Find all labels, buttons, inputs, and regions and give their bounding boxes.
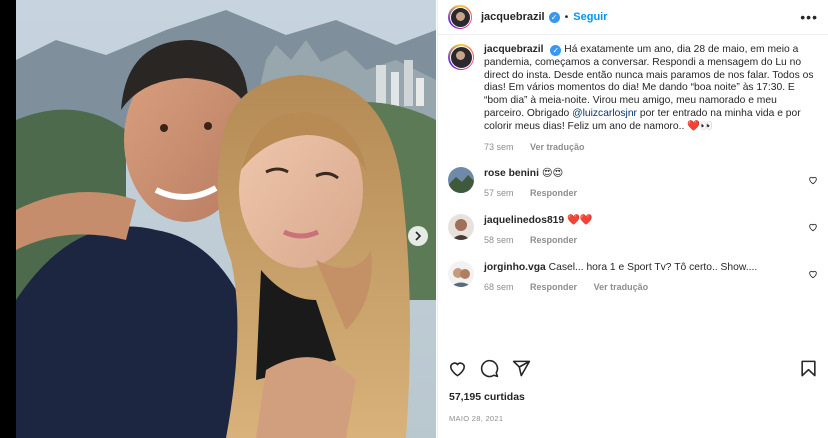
author-avatar[interactable]	[448, 5, 472, 29]
verified-badge-icon: ✓	[548, 11, 560, 23]
post-caption: jacquebrazil ✓ Há exatamente um ano, dia…	[438, 44, 828, 153]
comment-body: jaquelinedos819 ❤️❤️ 58 sem Responder	[484, 214, 794, 247]
caption-meta: 73 sem Ver tradução	[484, 141, 814, 154]
comment-body: rose benini 😍😍 57 sem Responder	[484, 167, 794, 200]
follow-button[interactable]: Seguir	[573, 11, 607, 23]
comment-time: 57 sem	[484, 188, 514, 199]
chevron-right-icon	[415, 231, 422, 241]
carousel-next-button[interactable]	[408, 226, 428, 246]
comment-username[interactable]: jaquelinedos819	[484, 215, 564, 226]
comment-item: jaquelinedos819 ❤️❤️ 58 sem Responder	[438, 214, 828, 247]
post-date: MAIO 28, 2021	[449, 414, 504, 423]
like-count[interactable]: 57,195 curtidas	[449, 391, 525, 403]
commenter-avatar[interactable]	[448, 167, 474, 194]
left-backdrop	[0, 0, 16, 438]
comment-text: 😍😍	[541, 168, 564, 180]
comment-username[interactable]: jorginho.vga	[484, 262, 546, 273]
post-header: jacquebrazil ✓ • Seguir •••	[438, 0, 828, 35]
share-icon[interactable]	[512, 359, 531, 378]
comment-username[interactable]: rose benini	[484, 168, 539, 179]
separator-dot: •	[564, 11, 569, 23]
verified-badge-icon: ✓	[550, 45, 562, 56]
comment-time: 58 sem	[484, 235, 514, 246]
comment-text: Casel... hora 1 e Sport Tv? Tô certo.. S…	[548, 262, 758, 274]
comment-item: rose benini 😍😍 57 sem Responder	[438, 167, 828, 200]
comment-meta: 58 sem Responder	[484, 234, 794, 247]
caption-username[interactable]: jacquebrazil	[484, 44, 544, 55]
comment-meta: 57 sem Responder	[484, 187, 794, 200]
post-photo-image	[16, 0, 436, 438]
reply-button[interactable]: Responder	[530, 188, 577, 198]
commenter-avatar[interactable]	[448, 261, 474, 288]
author-username[interactable]: jacquebrazil	[481, 11, 545, 23]
comment-like-icon[interactable]	[808, 175, 818, 185]
commenter-avatar[interactable]	[448, 214, 474, 241]
caption-mention-link[interactable]: @luizcarlosjnr	[572, 108, 637, 119]
caption-time: 73 sem	[484, 141, 514, 152]
comments-list[interactable]: jacquebrazil ✓ Há exatamente um ano, dia…	[438, 44, 828, 344]
comment-like-icon[interactable]	[808, 222, 818, 232]
caption-author-avatar[interactable]	[448, 44, 474, 70]
comment-meta: 68 sem Responder Ver tradução	[484, 281, 794, 294]
heart-icon[interactable]	[448, 359, 467, 378]
post-actions-bar	[448, 356, 818, 380]
post-photo[interactable]	[16, 0, 436, 438]
comment-item: jorginho.vga Casel... hora 1 e Sport Tv?…	[438, 261, 828, 294]
reply-button[interactable]: Responder	[530, 235, 577, 245]
caption-body: jacquebrazil ✓ Há exatamente um ano, dia…	[484, 44, 814, 153]
post-side-panel: jacquebrazil ✓ • Seguir ••• jacquebrazil…	[437, 0, 828, 438]
reply-button[interactable]: Responder	[530, 282, 577, 292]
comment-translate-link[interactable]: Ver tradução	[594, 282, 649, 292]
more-options-icon[interactable]: •••	[800, 9, 818, 25]
comment-time: 68 sem	[484, 282, 514, 293]
comment-like-icon[interactable]	[808, 269, 818, 279]
comment-body: jorginho.vga Casel... hora 1 e Sport Tv?…	[484, 261, 794, 294]
bookmark-icon[interactable]	[799, 359, 818, 378]
comment-icon[interactable]	[480, 359, 499, 378]
caption-translate-link[interactable]: Ver tradução	[530, 142, 585, 152]
instagram-post-view: jacquebrazil ✓ • Seguir ••• jacquebrazil…	[0, 0, 828, 438]
comment-text: ❤️❤️	[567, 215, 593, 227]
